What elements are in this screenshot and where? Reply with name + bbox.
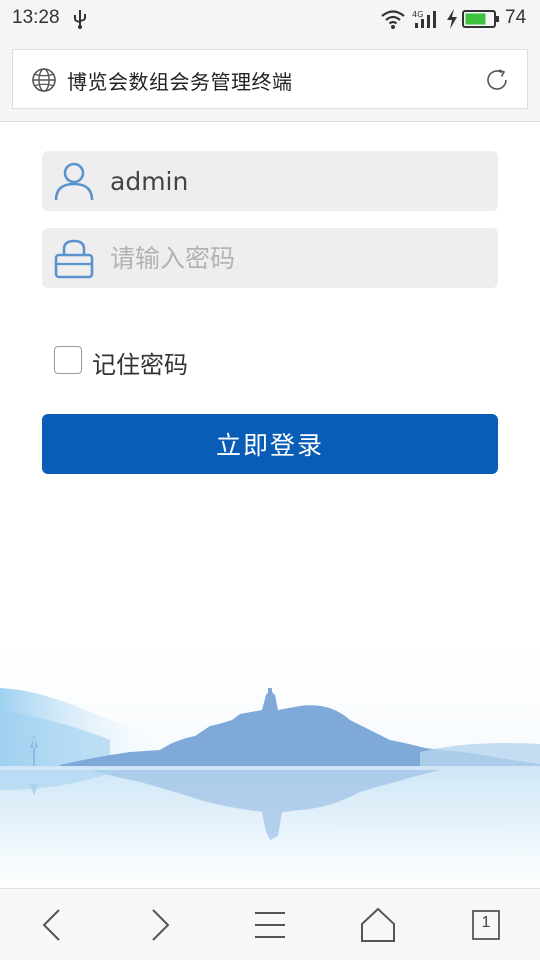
status-bar: 13:28 4G 74 — [0, 0, 540, 38]
landscape-illustration — [0, 640, 540, 888]
browser-toolbar: 博览会数组会务管理终端 — [0, 38, 540, 122]
globe-icon — [32, 68, 56, 92]
status-time: 13:28 — [12, 7, 60, 28]
charging-bolt-icon — [447, 9, 457, 29]
username-input[interactable] — [110, 151, 480, 211]
remember-checkbox[interactable] — [54, 346, 82, 374]
password-input[interactable] — [110, 228, 480, 288]
back-icon[interactable] — [30, 903, 74, 947]
password-field[interactable] — [42, 228, 498, 288]
tabs-button[interactable]: 1 — [464, 903, 508, 947]
battery-level: 74 — [505, 7, 527, 28]
user-icon — [54, 162, 94, 201]
bottom-navigation: 1 — [0, 888, 540, 960]
svg-text:4G: 4G — [412, 10, 423, 19]
page-title: 博览会数组会务管理终端 — [67, 70, 293, 94]
tab-count: 1 — [481, 914, 491, 931]
address-bar[interactable]: 博览会数组会务管理终端 — [12, 49, 528, 109]
login-button[interactable]: 立即登录 — [42, 414, 498, 474]
lock-icon — [54, 239, 94, 279]
forward-icon[interactable] — [138, 903, 182, 947]
usb-icon — [74, 10, 86, 29]
reload-icon[interactable] — [483, 66, 511, 94]
username-field[interactable] — [42, 151, 498, 211]
remember-label: 记住密码 — [92, 351, 188, 379]
wifi-icon — [381, 10, 405, 29]
home-icon[interactable] — [356, 903, 400, 947]
battery-icon — [462, 10, 499, 28]
menu-icon[interactable] — [248, 903, 292, 947]
signal-4g-icon: 4G — [412, 10, 436, 28]
